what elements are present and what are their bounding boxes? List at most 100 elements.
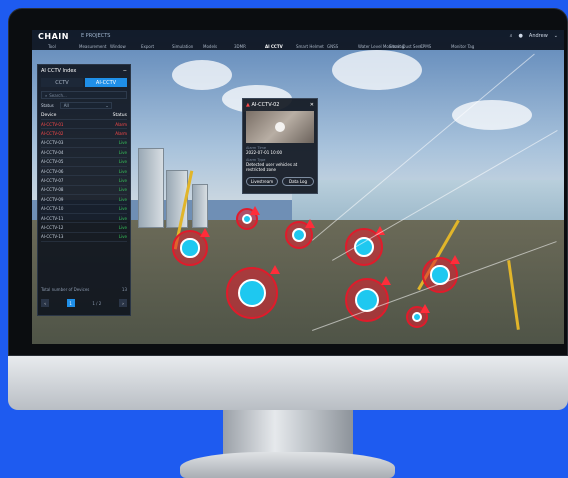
minimize-icon[interactable]: −	[123, 68, 127, 74]
brand-logo: CHAIN	[38, 31, 69, 41]
nav-item[interactable]: Smart Dust Sens	[389, 44, 423, 49]
cctv-marker[interactable]	[236, 206, 260, 230]
nav-item[interactable]: GNSS	[327, 44, 358, 49]
device-row[interactable]: AI-CCTV-13 Live	[41, 233, 127, 243]
nav-item[interactable]: Measurement	[79, 44, 110, 49]
project-selector[interactable]: E PROJECTS	[81, 33, 111, 39]
tab-cctv[interactable]: CCTV	[41, 78, 83, 87]
top-right-controls: ⌕ ● Andrew ⌄	[510, 33, 558, 39]
cctv-alarm-popup: ▲ AI-CCTV-02 ✕ Alarm Time 2022-07-01 10:…	[242, 98, 318, 194]
total-label: Total number of Devices	[41, 287, 90, 292]
current-page[interactable]: 1	[66, 299, 75, 307]
device-status: Live	[118, 159, 127, 165]
device-name: AI-CCTV-03	[41, 140, 64, 146]
nav-item[interactable]: AI CCTV	[265, 44, 296, 49]
device-row[interactable]: AI-CCTV-02 Alarm	[41, 129, 127, 139]
device-row[interactable]: AI-CCTV-04 Live	[41, 148, 127, 158]
camera-icon	[355, 288, 379, 312]
device-row[interactable]: AI-CCTV-09 Live	[41, 195, 127, 205]
device-row[interactable]: AI-CCTV-12 Live	[41, 223, 127, 233]
chevron-down-icon[interactable]: ⌄	[554, 33, 558, 39]
warning-icon	[305, 219, 315, 228]
device-status: Live	[118, 196, 127, 202]
warning-icon	[270, 265, 280, 274]
play-icon[interactable]	[275, 122, 285, 132]
close-icon[interactable]: ✕	[310, 102, 314, 108]
nav-item[interactable]: 3DMR	[234, 44, 265, 49]
notification-icon[interactable]: ●	[519, 33, 523, 39]
cctv-marker[interactable]	[285, 219, 315, 249]
device-status: Live	[118, 224, 127, 230]
next-page-button[interactable]: ›	[119, 299, 127, 307]
page-count: 1 / 2	[92, 300, 102, 306]
device-name: AI-CCTV-02	[41, 131, 64, 137]
cloud	[172, 60, 232, 90]
cctv-marker[interactable]	[172, 228, 210, 266]
device-name: AI-CCTV-06	[41, 168, 64, 174]
search-input[interactable]: ⌕ Search...	[41, 91, 127, 99]
device-table-header: Device Status	[41, 112, 127, 120]
nav-item[interactable]: CPMS	[420, 44, 451, 49]
device-name: AI-CCTV-12	[41, 224, 64, 230]
device-row[interactable]: AI-CCTV-06 Live	[41, 167, 127, 177]
nav-item[interactable]: Export	[141, 44, 172, 49]
device-status: Live	[118, 168, 127, 174]
nav-item[interactable]: Window	[110, 44, 141, 49]
device-name: AI-CCTV-13	[41, 234, 64, 240]
warning-icon	[250, 206, 260, 215]
device-row[interactable]: AI-CCTV-08 Live	[41, 186, 127, 196]
device-row[interactable]: AI-CCTV-03 Live	[41, 139, 127, 149]
camera-icon	[237, 278, 267, 308]
livestream-button[interactable]: Livestream	[246, 177, 278, 186]
device-row[interactable]: AI-CCTV-10 Live	[41, 205, 127, 214]
chevron-down-icon: ⌄	[105, 103, 109, 108]
monitor-chin	[8, 356, 568, 410]
popup-title-text: AI-CCTV-02	[251, 102, 280, 108]
video-preview[interactable]	[246, 111, 314, 143]
device-row[interactable]: AI-CCTV-05 Live	[41, 158, 127, 167]
user-menu[interactable]: Andrew	[529, 33, 548, 39]
status-filter-select[interactable]: All ⌄	[59, 102, 112, 109]
nav-item[interactable]: Water Level Monitoring	[358, 44, 404, 49]
device-name: AI-CCTV-01	[41, 121, 64, 127]
device-name: AI-CCTV-11	[41, 215, 64, 221]
prev-page-button[interactable]: ‹	[41, 299, 49, 307]
panel-title: AI CCTV Index	[41, 68, 77, 74]
pagination: ‹ 1 1 / 2 ›	[41, 299, 127, 307]
camera-icon	[353, 236, 375, 258]
warning-icon: ▲	[246, 102, 250, 108]
nav-item[interactable]: Smart Helmet	[296, 44, 327, 49]
nav-item[interactable]: Monitor Tag	[451, 44, 482, 49]
total-value: 13	[121, 287, 127, 292]
device-row[interactable]: AI-CCTV-07 Live	[41, 176, 127, 186]
cloud	[332, 50, 422, 90]
tab-ai-cctv[interactable]: AI-CCTV	[85, 78, 127, 87]
device-list: AI-CCTV-01 Alarm AI-CCTV-02 Alarm AI-CCTV-03…	[41, 120, 127, 243]
ai-cctv-index-panel: AI CCTV Index − CCTV AI-CCTV ⌕ Search...…	[37, 64, 131, 316]
screen: CHAIN E PROJECTS ⌕ ● Andrew ⌄ Tool Measur…	[32, 30, 564, 344]
nav-item[interactable]: Models	[203, 44, 234, 49]
device-status: Live	[118, 187, 127, 193]
nav-item[interactable]: Tool	[48, 44, 79, 49]
cctv-marker[interactable]	[226, 265, 280, 319]
status-filter-value: All	[63, 103, 69, 108]
monitor-stand-base	[180, 452, 395, 478]
warning-icon	[200, 228, 210, 237]
device-status: Live	[118, 215, 127, 221]
nav-item[interactable]: Simulation	[172, 44, 203, 49]
status-filter-label: Status	[41, 103, 54, 108]
search-icon[interactable]: ⌕	[510, 33, 513, 39]
column-device: Device	[41, 113, 57, 118]
device-status: Live	[118, 140, 127, 146]
device-row[interactable]: AI-CCTV-01 Alarm	[41, 120, 127, 130]
data-log-button[interactable]: Data Log	[282, 177, 314, 186]
device-name: AI-CCTV-09	[41, 196, 64, 202]
device-row[interactable]: AI-CCTV-11 Live	[41, 214, 127, 224]
device-total: Total number of Devices 13	[41, 287, 127, 292]
alarm-time-value: 2022-07-01 10:00	[246, 150, 283, 155]
cctv-marker[interactable]	[406, 304, 430, 328]
warning-icon	[381, 276, 391, 285]
cloud	[452, 100, 532, 130]
top-bar: CHAIN E PROJECTS ⌕ ● Andrew ⌄	[32, 30, 564, 42]
camera-icon	[241, 213, 253, 225]
